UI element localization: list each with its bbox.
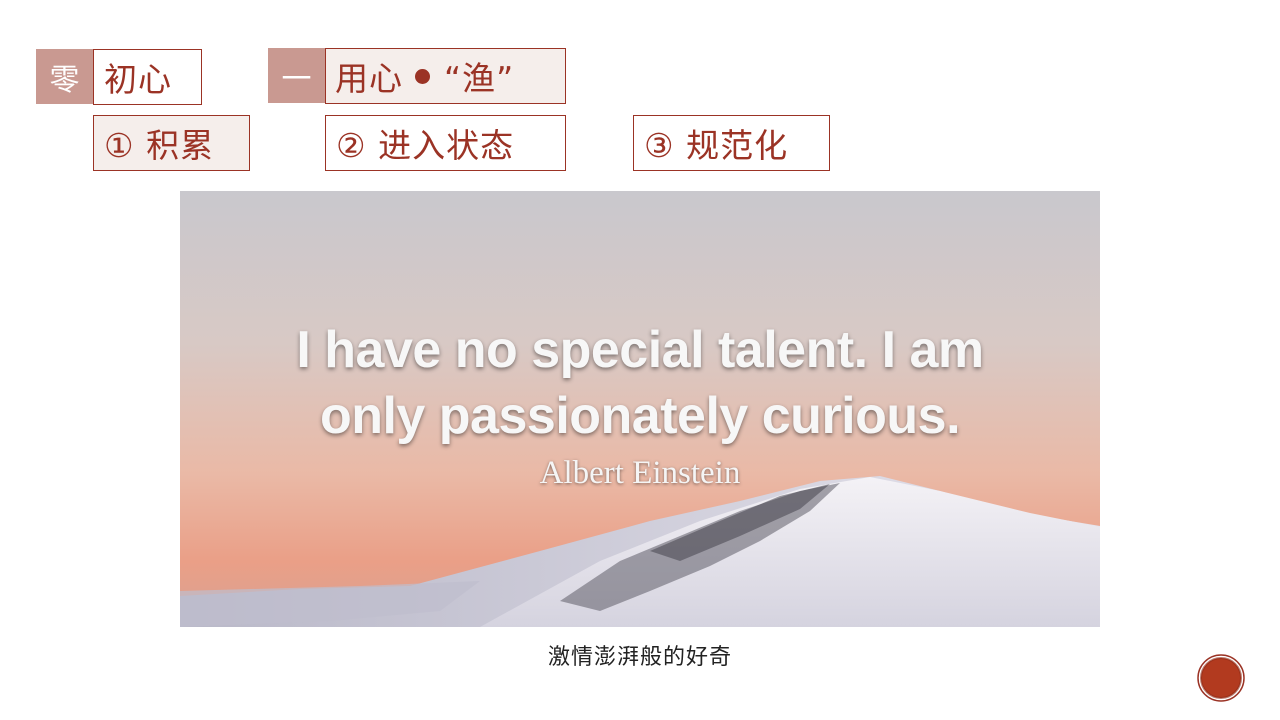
seal-badge-icon[interactable] — [1197, 654, 1245, 702]
quote-line-1: I have no special talent. I am — [296, 321, 984, 379]
section-label-main: 用心 — [335, 59, 403, 98]
quote-author: Albert Einstein — [539, 455, 741, 491]
bullet-dot-icon — [415, 68, 430, 84]
quote-photo: I have no special talent. I am only pass… — [180, 191, 1100, 627]
step-accumulate[interactable]: ① 积累 — [93, 115, 250, 171]
section-label-quote: “渔” — [444, 59, 515, 98]
section-label-beginner-mind[interactable]: 初心 — [93, 49, 202, 105]
quote-text: I have no special talent. I am only pass… — [180, 317, 1100, 449]
section-number-zero: 零 — [36, 49, 93, 104]
photo-caption: 激情澎湃般的好奇 — [547, 645, 732, 670]
step-standardize[interactable]: ③ 规范化 — [633, 115, 830, 171]
section-label-heart-fish[interactable]: 用心 “渔” — [325, 48, 566, 104]
section-number-one: 一 — [268, 48, 325, 103]
quote-line-2: only passionately curious. — [319, 387, 961, 445]
step-get-in-state[interactable]: ② 进入状态 — [325, 115, 566, 171]
